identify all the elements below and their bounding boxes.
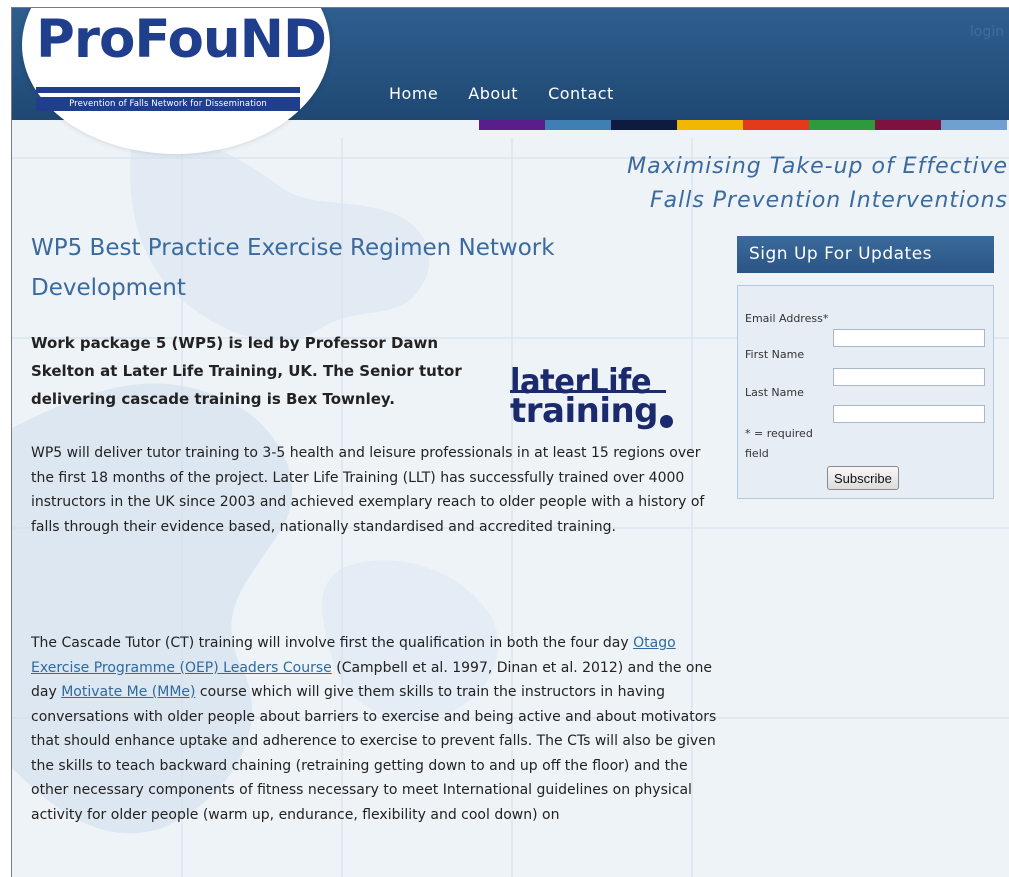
color-strip-segment <box>677 120 743 130</box>
nav-about[interactable]: About <box>468 84 518 103</box>
later-life-training-logo[interactable]: laterLife training <box>510 365 680 435</box>
subscribe-button[interactable]: Subscribe <box>827 466 899 490</box>
motivate-me-link[interactable]: Motivate Me (MMe) <box>61 684 195 700</box>
email-field[interactable] <box>833 329 985 347</box>
p2-text-c: course which will give them skills to tr… <box>31 684 717 823</box>
color-strip <box>479 120 1007 130</box>
last-name-field[interactable] <box>833 405 985 423</box>
p2-text-a: The Cascade Tutor (CT) training will inv… <box>31 635 634 651</box>
color-strip-segment <box>743 120 809 130</box>
body-paragraph-2: The Cascade Tutor (CT) training will inv… <box>31 631 721 827</box>
logo-tagline: Prevention of Falls Network for Dissemin… <box>36 97 300 111</box>
lead-paragraph: Work package 5 (WP5) is led by Professor… <box>31 334 462 408</box>
llt-logo-dot <box>660 415 673 428</box>
email-label: Email Address* <box>745 312 829 325</box>
color-strip-segment <box>479 120 545 130</box>
login-link[interactable]: login <box>970 24 1004 40</box>
color-strip-segment <box>611 120 677 130</box>
logo-wordmark: ProFouND <box>36 9 327 70</box>
first-name-field[interactable] <box>833 368 985 386</box>
required-note: * = required field <box>745 427 813 460</box>
nav-contact[interactable]: Contact <box>548 84 614 103</box>
color-strip-segment <box>941 120 1007 130</box>
main-nav: Home About Contact <box>389 84 614 103</box>
signup-heading: Sign Up For Updates <box>737 236 994 273</box>
body-paragraph-1: WP5 will deliver tutor training to 3-5 h… <box>31 445 705 535</box>
page: login ProFouND Prevention of Falls Netwo… <box>11 7 1009 877</box>
page-title: WP5 Best Practice Exercise Regimen Netwo… <box>31 235 555 301</box>
logo-rule <box>36 87 300 93</box>
site-tagline: Maximising Take-up of Effective Falls Pr… <box>627 150 1008 218</box>
color-strip-segment <box>545 120 611 130</box>
color-strip-segment <box>875 120 941 130</box>
color-strip-segment <box>809 120 875 130</box>
tagline-line-2: Falls Prevention Interventions <box>649 188 1008 213</box>
tagline-line-1: Maximising Take-up of Effective <box>627 154 1008 179</box>
llt-logo-line-2: training <box>510 391 659 431</box>
nav-home[interactable]: Home <box>389 84 438 103</box>
signup-form: Email Address* First Name Last Name * = … <box>737 285 994 499</box>
first-name-label: First Name <box>745 348 805 361</box>
last-name-label: Last Name <box>745 386 804 399</box>
profound-logo[interactable]: ProFouND Prevention of Falls Network for… <box>36 13 327 119</box>
